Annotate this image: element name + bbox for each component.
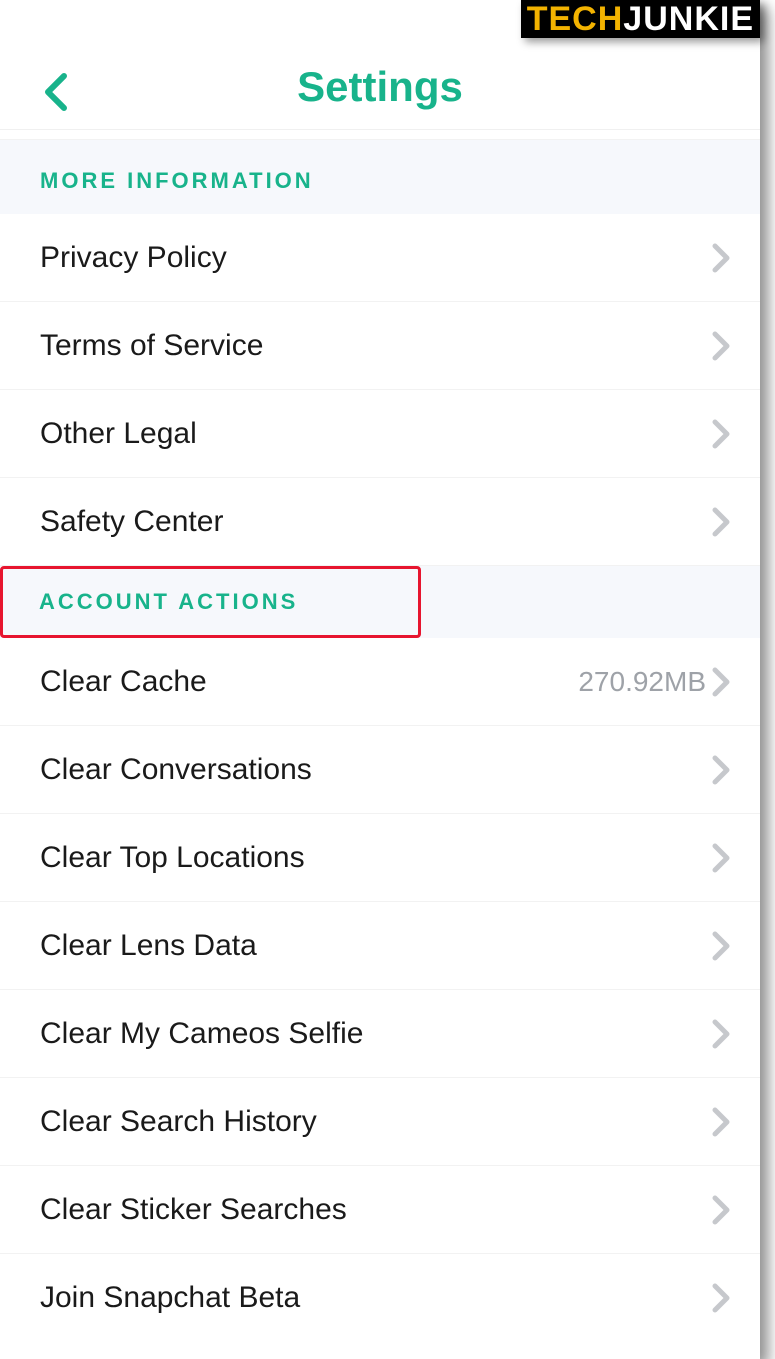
chevron-right-icon — [710, 843, 732, 873]
chevron-left-icon — [40, 72, 72, 112]
row-clear-cache[interactable]: Clear Cache 270.92MB — [0, 638, 760, 726]
chevron-right-icon — [710, 1195, 732, 1225]
row-label: Clear Search History — [40, 1105, 317, 1139]
chevron-right-icon — [710, 243, 732, 273]
row-value: 270.92MB — [578, 666, 706, 698]
chevron-right-icon — [710, 931, 732, 961]
row-label: Join Snapchat Beta — [40, 1281, 300, 1315]
row-label: Clear Cache — [40, 665, 207, 699]
chevron-right-icon — [710, 331, 732, 361]
row-label: Terms of Service — [40, 329, 263, 363]
chevron-right-icon — [710, 419, 732, 449]
chevron-right-icon — [710, 755, 732, 785]
back-button[interactable] — [40, 72, 72, 112]
watermark-part-a: TECH — [527, 2, 624, 36]
row-terms-of-service[interactable]: Terms of Service — [0, 302, 760, 390]
watermark-part-b: JUNKIE — [623, 2, 754, 36]
page-title: Settings — [297, 63, 463, 111]
row-other-legal[interactable]: Other Legal — [0, 390, 760, 478]
row-label: Privacy Policy — [40, 241, 227, 275]
techjunkie-watermark: TECHJUNKIE — [521, 0, 760, 38]
row-join-snapchat-beta[interactable]: Join Snapchat Beta — [0, 1254, 760, 1342]
settings-screen: TECHJUNKIE Settings MORE INFORMATION Pri… — [0, 0, 760, 1359]
row-clear-conversations[interactable]: Clear Conversations — [0, 726, 760, 814]
chevron-right-icon — [710, 507, 732, 537]
chevron-right-icon — [710, 1019, 732, 1049]
row-safety-center[interactable]: Safety Center — [0, 478, 760, 566]
row-privacy-policy[interactable]: Privacy Policy — [0, 214, 760, 302]
row-clear-cameos-selfie[interactable]: Clear My Cameos Selfie — [0, 990, 760, 1078]
chevron-right-icon — [710, 1283, 732, 1313]
row-label: Safety Center — [40, 505, 223, 539]
row-label: Other Legal — [40, 417, 197, 451]
row-clear-lens-data[interactable]: Clear Lens Data — [0, 902, 760, 990]
row-label: Clear Conversations — [40, 753, 312, 787]
row-label: Clear Sticker Searches — [40, 1193, 347, 1227]
chevron-right-icon — [710, 667, 732, 697]
row-clear-search-history[interactable]: Clear Search History — [0, 1078, 760, 1166]
divider — [0, 130, 760, 140]
row-label: Clear Top Locations — [40, 841, 305, 875]
row-label: Clear My Cameos Selfie — [40, 1017, 363, 1051]
row-clear-top-locations[interactable]: Clear Top Locations — [0, 814, 760, 902]
row-clear-sticker-searches[interactable]: Clear Sticker Searches — [0, 1166, 760, 1254]
section-header-account-actions: ACCOUNT ACTIONS — [0, 566, 760, 638]
section-header-more-information: MORE INFORMATION — [0, 140, 760, 214]
row-label: Clear Lens Data — [40, 929, 257, 963]
highlight-annotation: ACCOUNT ACTIONS — [0, 566, 421, 638]
chevron-right-icon — [710, 1107, 732, 1137]
